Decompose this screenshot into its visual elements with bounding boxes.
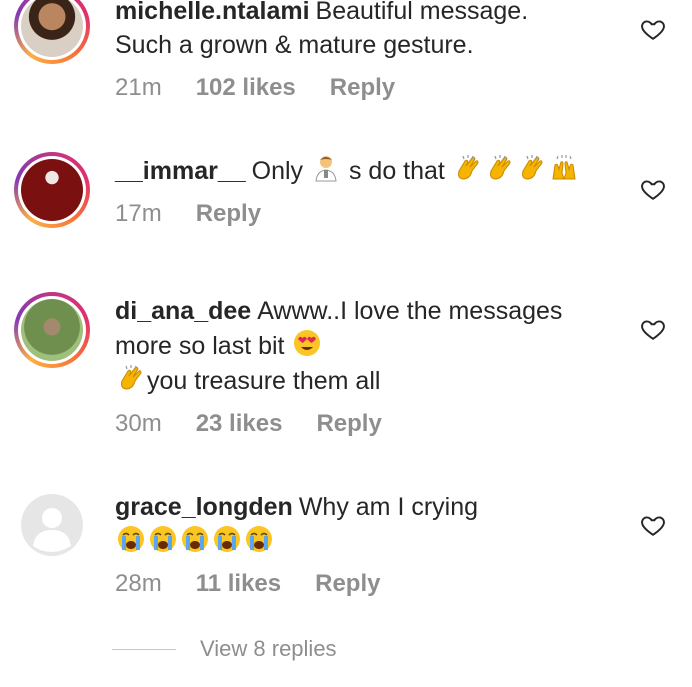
crying-face-emoji (212, 524, 242, 554)
comment-username[interactable]: __immar__ (115, 157, 246, 185)
clapping-hands-emoji (485, 153, 515, 183)
crying-face-emoji (116, 524, 146, 554)
avatar[interactable] (14, 0, 90, 64)
heart-icon[interactable] (640, 16, 666, 42)
view-replies[interactable]: View 8 replies (112, 636, 337, 662)
heart-eyes-emoji (292, 328, 322, 358)
comment-text: di_ana_dee Awww..I love the messages more… (115, 297, 563, 395)
crying-face-emoji (148, 524, 178, 554)
man-emoji (311, 153, 341, 183)
heart-icon[interactable] (640, 512, 666, 538)
comment-meta: 28m 11 likes Reply (115, 570, 414, 598)
comment-time: 21m (115, 74, 162, 101)
reply-button[interactable]: Reply (330, 74, 395, 102)
view-replies-label[interactable]: View 8 replies (200, 636, 337, 662)
comment-time: 30m (115, 410, 162, 437)
avatar[interactable] (14, 152, 90, 228)
comment-time: 17m (115, 200, 162, 227)
clapping-hands-emoji (116, 363, 146, 393)
comment-meta: 30m 23 likes Reply (115, 410, 416, 438)
heart-icon[interactable] (640, 176, 666, 202)
default-avatar-icon (33, 508, 71, 552)
likes-count[interactable]: 23 likes (196, 410, 283, 438)
avatar[interactable] (14, 292, 90, 368)
reply-button[interactable]: Reply (316, 410, 381, 438)
comment-username[interactable]: grace_longden (115, 493, 293, 521)
comment-meta: 21m 102 likes Reply (115, 74, 429, 102)
reply-button[interactable]: Reply (196, 200, 261, 228)
comment-username[interactable]: di_ana_dee (115, 297, 251, 325)
comment-text: __immar__ Only s do that (115, 153, 615, 188)
likes-count[interactable]: 11 likes (196, 570, 281, 598)
profile-photo (21, 159, 83, 221)
profile-photo (21, 299, 83, 361)
heart-icon[interactable] (640, 316, 666, 342)
likes-count[interactable]: 102 likes (196, 74, 296, 102)
avatar[interactable] (21, 494, 83, 556)
raising-hands-emoji (549, 153, 579, 183)
crying-face-emoji (244, 524, 274, 554)
divider (112, 648, 176, 650)
reply-button[interactable]: Reply (315, 570, 380, 598)
comment-time: 28m (115, 570, 162, 597)
crying-face-emoji (180, 524, 210, 554)
comment-username[interactable]: michelle.ntalami (115, 0, 310, 25)
comment-meta: 17m Reply (115, 200, 295, 228)
comment-text: grace_longden Why am I crying (115, 490, 615, 559)
comment-text: michelle.ntalami Beautiful message. Such … (115, 0, 615, 62)
clapping-hands-emoji (517, 153, 547, 183)
profile-photo (21, 0, 83, 57)
clapping-hands-emoji (453, 153, 483, 183)
